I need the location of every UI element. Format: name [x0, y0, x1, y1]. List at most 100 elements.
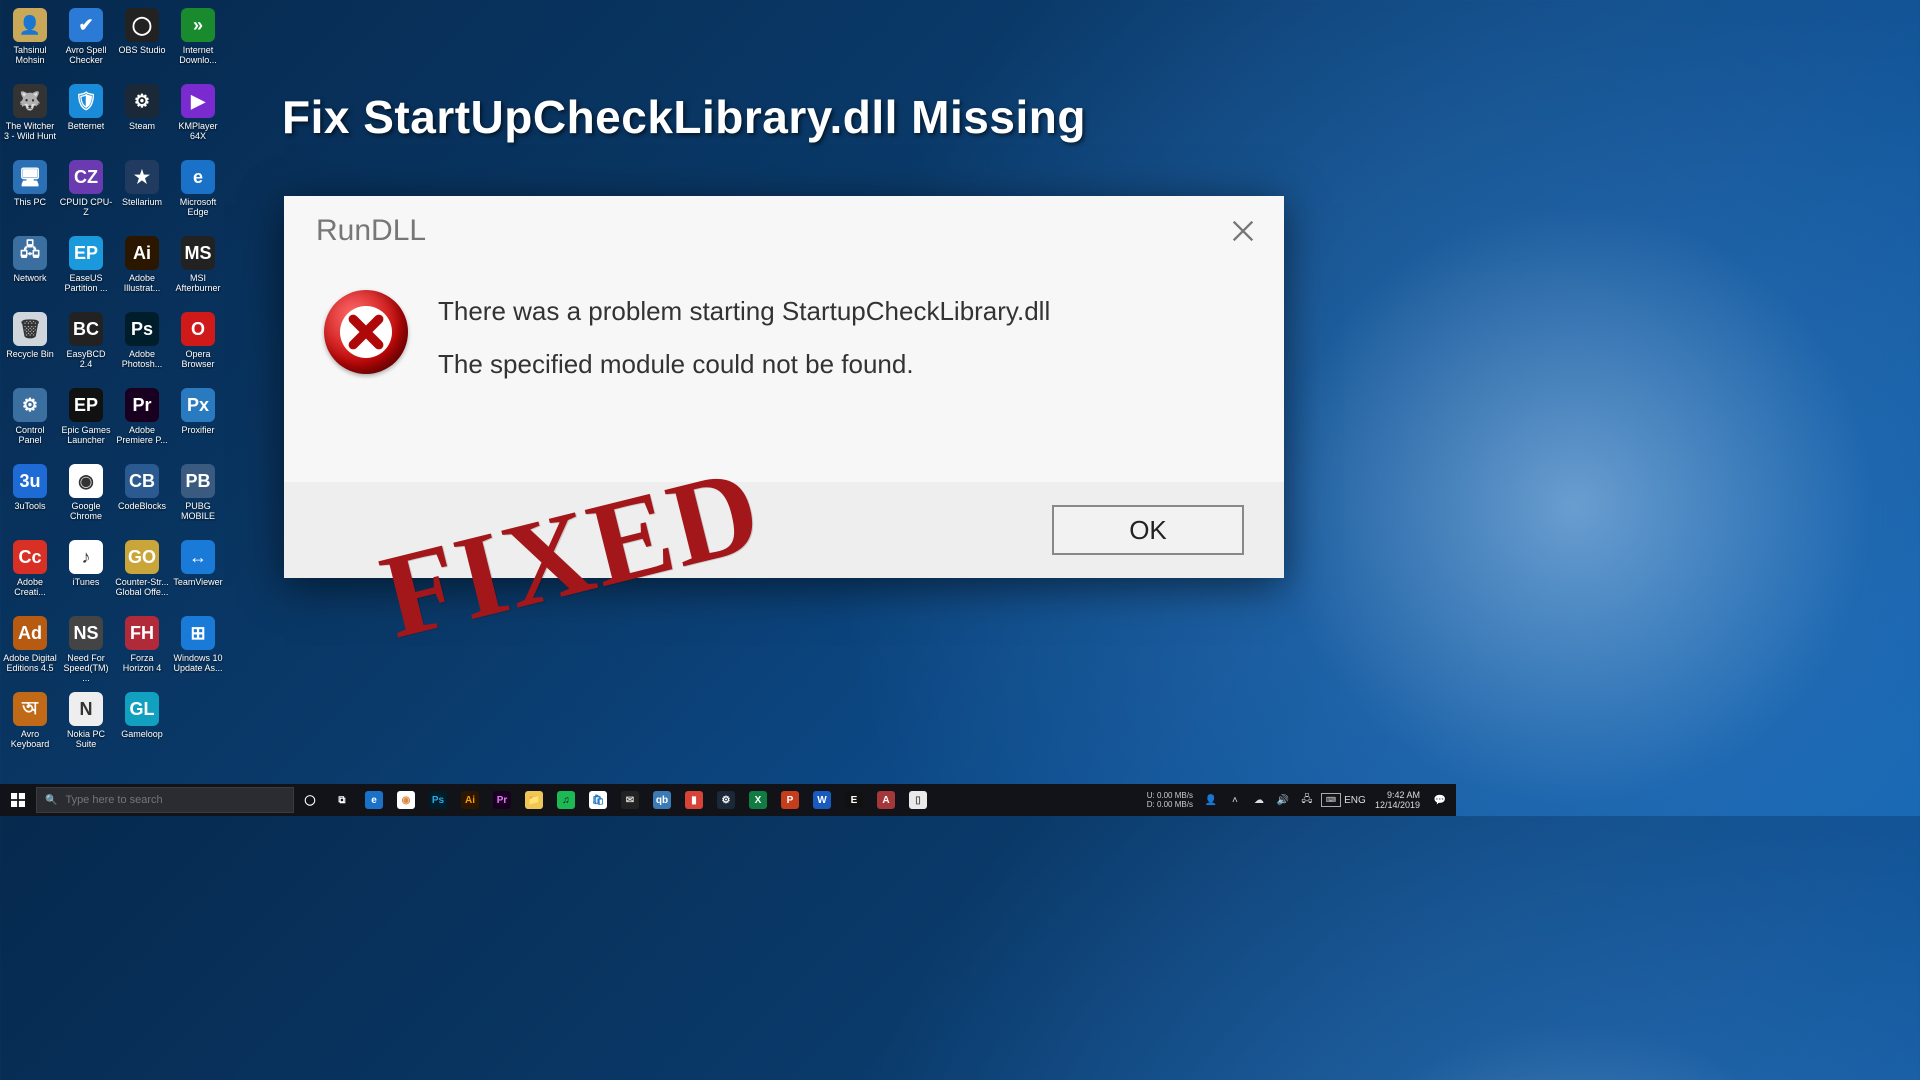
app-icon: ⊞: [181, 616, 215, 650]
desktop-icon-label: EasyBCD 2.4: [59, 349, 113, 369]
desktop-icon[interactable]: ⊞Windows 10 Update As...: [170, 610, 226, 686]
spotify-icon: ♫: [557, 791, 575, 809]
desktop-icon[interactable]: AiAdobe Illustrat...: [114, 230, 170, 306]
desktop-icon[interactable]: 🐺The Witcher 3 - Wild Hunt: [2, 78, 58, 154]
desktop-icon[interactable]: FHForza Horizon 4: [114, 610, 170, 686]
taskbar-app-excel[interactable]: X: [742, 784, 774, 816]
desktop-icon[interactable]: 3u3uTools: [2, 458, 58, 534]
desktop-icon[interactable]: ▶KMPlayer 64X: [170, 78, 226, 154]
desktop-icon[interactable]: »Internet Downlo...: [170, 2, 226, 78]
network-icon[interactable]: 🖧: [1297, 784, 1317, 816]
desktop-icon-label: CPUID CPU-Z: [59, 197, 113, 217]
desktop-icon[interactable]: GOCounter-Str... Global Offe...: [114, 534, 170, 610]
desktop-icon-label: Need For Speed(TM) ...: [59, 653, 113, 683]
desktop-icon[interactable]: BC EasyBCD 2.4: [58, 306, 114, 382]
taskbar-app-chrome[interactable]: ◉: [390, 784, 422, 816]
desktop-icon[interactable]: EPEaseUS Partition ...: [58, 230, 114, 306]
desktop-icon[interactable]: CZCPUID CPU-Z: [58, 154, 114, 230]
desktop-icon[interactable]: CcAdobe Creati...: [2, 534, 58, 610]
desktop-icon[interactable]: EPEpic Games Launcher: [58, 382, 114, 458]
desktop-icon[interactable]: 🖥This PC: [2, 154, 58, 230]
desktop-icon[interactable]: PBPUBG MOBILE: [170, 458, 226, 534]
app-icon: Px: [181, 388, 215, 422]
tray-expand-icon[interactable]: ˄: [1225, 784, 1245, 816]
dialog-message-2: The specified module could not be found.: [438, 349, 1260, 380]
desktop-icon[interactable]: 👤Tahsinul Mohsin: [2, 2, 58, 78]
keyboard-indicator-icon[interactable]: ⌨: [1321, 784, 1341, 816]
taskbar-app-illustrator[interactable]: Ai: [454, 784, 486, 816]
taskbar-app-photoshop[interactable]: Ps: [422, 784, 454, 816]
app-icon: 🗑: [13, 312, 47, 346]
taskbar-app-cortana[interactable]: ◯: [294, 784, 326, 816]
desktop-icon[interactable]: AdAdobe Digital Editions 4.5: [2, 610, 58, 686]
clock[interactable]: 9:42 AM 12/14/2019: [1369, 790, 1426, 810]
ok-button[interactable]: OK: [1052, 505, 1244, 555]
desktop-icon[interactable]: CBCodeBlocks: [114, 458, 170, 534]
people-icon[interactable]: 👤: [1201, 784, 1221, 816]
system-tray: U: 0.00 MB/s D: 0.00 MB/s 👤 ˄ ☁ 🔊 🖧 ⌨ EN…: [1147, 784, 1456, 816]
desktop-icon-label: Avro Keyboard: [3, 729, 57, 749]
close-icon[interactable]: [1222, 210, 1264, 252]
desktop-icon[interactable]: 🛡Betternet: [58, 78, 114, 154]
epic-icon: E: [845, 791, 863, 809]
desktop-icon-label: Adobe Premiere P...: [115, 425, 169, 445]
desktop-icon[interactable]: অAvro Keyboard: [2, 686, 58, 762]
taskbar-app-word[interactable]: W: [806, 784, 838, 816]
search-input[interactable]: [65, 794, 285, 806]
taskbar-app-steam[interactable]: ⚙: [710, 784, 742, 816]
edge-icon: e: [365, 791, 383, 809]
language-indicator[interactable]: ENG: [1345, 784, 1365, 816]
desktop-icon-label: iTunes: [73, 577, 100, 587]
desktop-icon-label: Stellarium: [122, 197, 162, 207]
desktop-icon[interactable]: 🖧Network: [2, 230, 58, 306]
taskbar-app-spotify[interactable]: ♫: [550, 784, 582, 816]
start-button[interactable]: [0, 784, 36, 816]
desktop-icon[interactable]: ✔Avro Spell Checker: [58, 2, 114, 78]
desktop-icon[interactable]: OOpera Browser: [170, 306, 226, 382]
desktop-icon[interactable]: GLGameloop: [114, 686, 170, 762]
desktop-icon[interactable]: PxProxifier: [170, 382, 226, 458]
cortana-icon: ◯: [301, 791, 319, 809]
onedrive-icon[interactable]: ☁: [1249, 784, 1269, 816]
desktop-icon[interactable]: NNokia PC Suite: [58, 686, 114, 762]
desktop-icon[interactable]: ↔TeamViewer: [170, 534, 226, 610]
taskbar-app-qbittorrent[interactable]: qb: [646, 784, 678, 816]
taskbar-app-mail[interactable]: ✉: [614, 784, 646, 816]
desktop-icon[interactable]: MSMSI Afterburner: [170, 230, 226, 306]
desktop-icon[interactable]: ♪ iTunes: [58, 534, 114, 610]
taskbar-app-notepad[interactable]: ▯: [902, 784, 934, 816]
desktop-icon-label: Counter-Str... Global Offe...: [115, 577, 169, 597]
search-box[interactable]: 🔍: [36, 787, 294, 813]
desktop-icon[interactable]: ★Stellarium: [114, 154, 170, 230]
app-icon: BC: [69, 312, 103, 346]
taskbar-app-premiere[interactable]: Pr: [486, 784, 518, 816]
desktop-icon[interactable]: eMicrosoft Edge: [170, 154, 226, 230]
dialog-titlebar[interactable]: RunDLL: [284, 196, 1284, 266]
taskbar-app-task-view[interactable]: ⧉: [326, 784, 358, 816]
desktop-icon-label: Google Chrome: [59, 501, 113, 521]
taskbar-app-access[interactable]: A: [870, 784, 902, 816]
app-icon: ♪: [69, 540, 103, 574]
taskbar-app-powerpoint[interactable]: P: [774, 784, 806, 816]
desktop-icon[interactable]: ⚙Steam: [114, 78, 170, 154]
desktop-icon[interactable]: ◉Google Chrome: [58, 458, 114, 534]
app-icon: 🐺: [13, 84, 47, 118]
taskbar-app-store[interactable]: 🛍: [582, 784, 614, 816]
desktop-icon-label: TeamViewer: [173, 577, 222, 587]
desktop-icon[interactable]: ◯OBS Studio: [114, 2, 170, 78]
desktop-icon-label: Adobe Illustrat...: [115, 273, 169, 293]
desktop-icon[interactable]: ⚙Control Panel: [2, 382, 58, 458]
desktop-icon[interactable]: PsAdobe Photosh...: [114, 306, 170, 382]
desktop-icon[interactable]: PrAdobe Premiere P...: [114, 382, 170, 458]
taskbar-app-edge[interactable]: e: [358, 784, 390, 816]
taskbar-app-epic[interactable]: E: [838, 784, 870, 816]
taskbar-app-file-explorer[interactable]: 📁: [518, 784, 550, 816]
action-center-icon[interactable]: 💬: [1430, 784, 1450, 816]
search-icon: 🔍: [45, 795, 57, 806]
desktop-icon[interactable]: 🗑Recycle Bin: [2, 306, 58, 382]
taskbar-app-todoist[interactable]: ▮: [678, 784, 710, 816]
volume-icon[interactable]: 🔊: [1273, 784, 1293, 816]
app-icon: ✔: [69, 8, 103, 42]
desktop-icon-label: Betternet: [68, 121, 105, 131]
desktop-icon[interactable]: NSNeed For Speed(TM) ...: [58, 610, 114, 686]
